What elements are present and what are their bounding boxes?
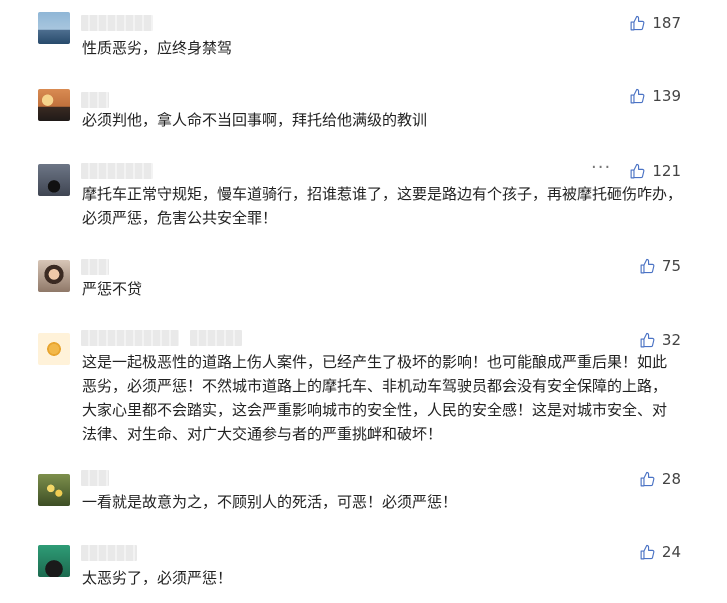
like-button[interactable]: 28 — [639, 470, 681, 488]
comment-text: 摩托车正常守规矩，慢车道骑行，招谁惹谁了，这要是路边有个孩子，再被摩托砸伤咋办，… — [82, 185, 683, 227]
username-blurred[interactable] — [81, 163, 153, 179]
like-count: 187 — [652, 14, 681, 32]
comment-text: 必须判他，拿人命不当回事啊，拜托给他满级的教训 — [82, 111, 428, 129]
user-avatar[interactable] — [38, 333, 70, 365]
like-button[interactable]: 24 — [639, 543, 681, 561]
like-count: 32 — [661, 331, 681, 349]
comment-text: 严惩不贷 — [82, 280, 143, 298]
more-dots-icon[interactable]: ··· — [591, 157, 611, 178]
like-button[interactable]: 187 — [629, 14, 681, 32]
user-avatar[interactable] — [38, 89, 70, 121]
comment-text: 太恶劣了，必须严惩！ — [82, 569, 233, 587]
user-avatar[interactable] — [38, 12, 70, 44]
username-blurred[interactable] — [81, 15, 153, 31]
like-button[interactable]: 139 — [629, 87, 681, 105]
username-blurred[interactable] — [81, 545, 137, 561]
username-blurred[interactable] — [81, 330, 179, 346]
comment-text: 这是一起极恶性的道路上伤人案件，已经产生了极坏的影响！也可能酿成严重后果！如此恶… — [82, 353, 668, 443]
like-button[interactable]: 121 — [629, 162, 681, 180]
like-count: 139 — [652, 87, 681, 105]
like-count: 24 — [661, 543, 681, 561]
username-blurred[interactable] — [81, 259, 109, 275]
user-avatar[interactable] — [38, 474, 70, 506]
like-count: 28 — [661, 470, 681, 488]
user-avatar[interactable] — [38, 545, 70, 577]
like-button[interactable]: 32 — [639, 331, 681, 349]
comment-text: 一看就是故意为之，不顾别人的死活，可恶！必须严惩！ — [82, 493, 458, 511]
user-avatar[interactable] — [38, 164, 70, 196]
thumbs-up-icon — [630, 15, 645, 30]
thumbs-up-icon — [630, 163, 645, 178]
thumbs-up-icon — [640, 471, 655, 486]
like-count: 75 — [661, 257, 681, 275]
thumbs-up-icon — [640, 258, 655, 273]
username-blurred[interactable] — [81, 92, 109, 108]
thumbs-up-icon — [640, 332, 655, 347]
comment-text: 性质恶劣，应终身禁驾 — [82, 39, 233, 57]
thumbs-up-icon — [630, 88, 645, 103]
user-avatar[interactable] — [38, 260, 70, 292]
thumbs-up-icon — [640, 544, 655, 559]
like-count: 121 — [652, 162, 681, 180]
like-button[interactable]: 75 — [639, 257, 681, 275]
username-blurred[interactable] — [81, 470, 109, 486]
username-blurred-extra — [190, 330, 242, 346]
